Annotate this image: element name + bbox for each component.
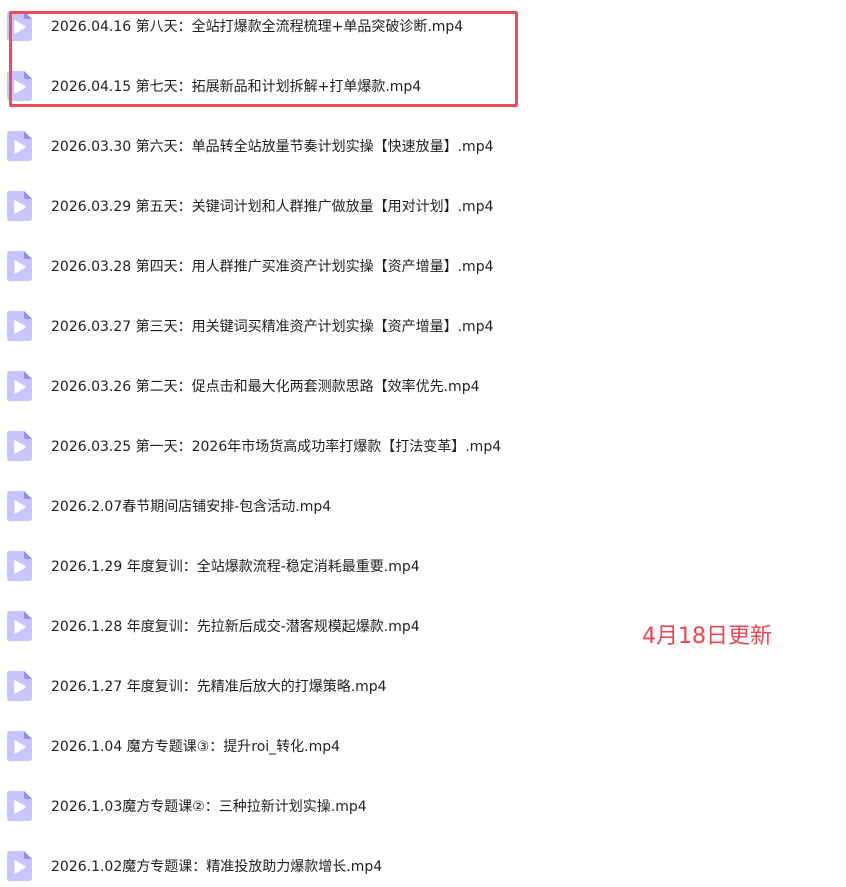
file-name: 2026.1.28 年度复训：先拉新后成交-潜客规模起爆款.mp4	[51, 619, 420, 635]
file-name: 2026.1.02魔方专题课：精准投放助力爆款增长.mp4	[51, 859, 383, 875]
video-file-icon	[7, 431, 32, 461]
file-name: 2026.03.25 第一天：2026年市场货高成功率打爆款【打法变革】.mp4	[51, 439, 502, 455]
file-row[interactable]: 2026.1.29 年度复训：全站爆款流程-稳定消耗最重要.mp4	[0, 546, 640, 586]
video-file-icon	[7, 11, 32, 41]
file-name: 2026.04.15 第七天：拓展新品和计划拆解+打单爆款.mp4	[51, 79, 422, 95]
file-name: 2026.03.28 第四天：用人群推广买准资产计划实操【资产增量】.mp4	[51, 259, 494, 275]
file-name: 2026.2.07春节期间店铺安排-包含活动.mp4	[51, 499, 332, 515]
file-row[interactable]: 2026.03.27 第三天：用关键词买精准资产计划实操【资产增量】.mp4	[0, 306, 640, 346]
file-name: 2026.03.27 第三天：用关键词买精准资产计划实操【资产增量】.mp4	[51, 319, 494, 335]
update-note: 4月18日更新	[642, 624, 772, 649]
file-row[interactable]: 2026.03.28 第四天：用人群推广买准资产计划实操【资产增量】.mp4	[0, 246, 640, 286]
file-row[interactable]: 2026.2.07春节期间店铺安排-包含活动.mp4	[0, 486, 640, 526]
file-row[interactable]: 2026.1.27 年度复训：先精准后放大的打爆策略.mp4	[0, 666, 640, 706]
file-name: 2026.1.27 年度复训：先精准后放大的打爆策略.mp4	[51, 679, 387, 695]
video-file-icon	[7, 611, 32, 641]
video-file-icon	[7, 551, 32, 581]
video-file-icon	[7, 491, 32, 521]
file-row[interactable]: 2026.04.16 第八天：全站打爆款全流程梳理+单品突破诊断.mp4	[0, 6, 640, 46]
file-name: 2026.1.29 年度复训：全站爆款流程-稳定消耗最重要.mp4	[51, 559, 420, 575]
video-file-icon	[7, 131, 32, 161]
file-name: 2026.1.04 魔方专题课③：提升roi_转化.mp4	[51, 739, 341, 755]
video-file-icon	[7, 311, 32, 341]
file-row[interactable]: 2026.1.04 魔方专题课③：提升roi_转化.mp4	[0, 726, 640, 766]
file-row[interactable]: 2026.03.29 第五天：关键词计划和人群推广做放量【用对计划】.mp4	[0, 186, 640, 226]
file-name: 2026.03.26 第二天：促点击和最大化两套测款思路【效率优先.mp4	[51, 379, 480, 395]
file-row[interactable]: 2026.1.02魔方专题课：精准投放助力爆款增长.mp4	[0, 846, 640, 886]
video-file-icon	[7, 71, 32, 101]
video-file-icon	[7, 731, 32, 761]
file-row[interactable]: 2026.03.26 第二天：促点击和最大化两套测款思路【效率优先.mp4	[0, 366, 640, 406]
video-file-icon	[7, 791, 32, 821]
file-name: 2026.1.03魔方专题课②：三种拉新计划实操.mp4	[51, 799, 367, 815]
file-name: 2026.03.30 第六天：单品转全站放量节奏计划实操【快速放量】.mp4	[51, 139, 494, 155]
video-file-icon	[7, 671, 32, 701]
file-name: 2026.03.29 第五天：关键词计划和人群推广做放量【用对计划】.mp4	[51, 199, 494, 215]
file-row[interactable]: 2026.03.25 第一天：2026年市场货高成功率打爆款【打法变革】.mp4	[0, 426, 640, 466]
video-file-icon	[7, 191, 32, 221]
file-row[interactable]: 2026.03.30 第六天：单品转全站放量节奏计划实操【快速放量】.mp4	[0, 126, 640, 166]
file-row[interactable]: 2026.1.03魔方专题课②：三种拉新计划实操.mp4	[0, 786, 640, 826]
file-row[interactable]: 2026.04.15 第七天：拓展新品和计划拆解+打单爆款.mp4	[0, 66, 640, 106]
video-file-icon	[7, 371, 32, 401]
file-row[interactable]: 2026.1.28 年度复训：先拉新后成交-潜客规模起爆款.mp4	[0, 606, 640, 646]
video-file-icon	[7, 251, 32, 281]
file-name: 2026.04.16 第八天：全站打爆款全流程梳理+单品突破诊断.mp4	[51, 19, 464, 35]
video-file-icon	[7, 851, 32, 881]
